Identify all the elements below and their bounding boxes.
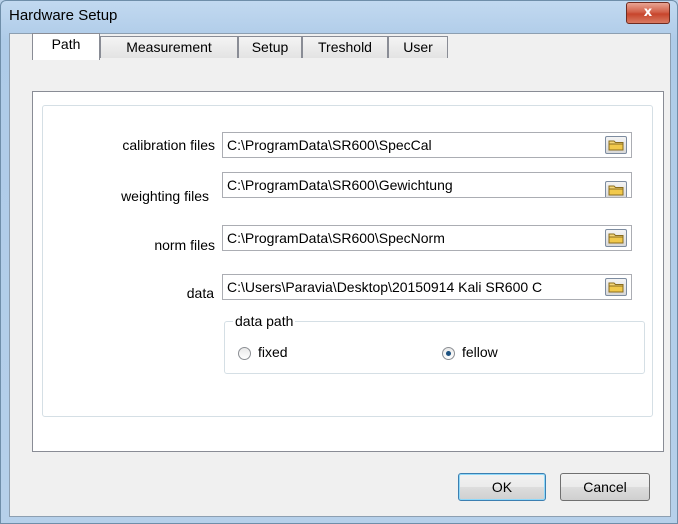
data-label: data: [186, 285, 214, 301]
tab-label: Path: [51, 36, 81, 52]
tab-setup[interactable]: Setup: [238, 36, 302, 58]
weighting-files-value: C:\ProgramData\SR600\Gewichtung: [227, 177, 453, 193]
tab-path[interactable]: Path: [32, 33, 100, 60]
tab-label: Treshold: [318, 39, 372, 55]
norm-browse-button[interactable]: [605, 229, 627, 247]
folder-icon: [608, 140, 624, 151]
tab-treshold[interactable]: Treshold: [302, 36, 388, 58]
cancel-button-label: Cancel: [583, 479, 627, 495]
calibration-files-field[interactable]: C:\ProgramData\SR600\SpecCal: [222, 132, 632, 158]
title-bar[interactable]: Hardware Setup x: [1, 1, 677, 31]
calibration-browse-button[interactable]: [605, 136, 627, 154]
ok-button-label: OK: [491, 479, 513, 495]
weighting-files-label: weighting files: [121, 188, 209, 204]
data-path-legend: data path: [233, 313, 296, 329]
data-path-value: C:\Users\Paravia\Desktop\20150914 Kali S…: [227, 279, 543, 295]
ok-button[interactable]: OK: [458, 473, 546, 501]
tab-label: User: [403, 39, 433, 55]
window-title: Hardware Setup: [9, 7, 118, 24]
data-browse-button[interactable]: [605, 278, 627, 296]
fixed-radio[interactable]: [238, 347, 251, 360]
fellow-radio-label[interactable]: fellow: [462, 344, 498, 360]
calibration-files-value: C:\ProgramData\SR600\SpecCal: [227, 137, 432, 153]
norm-files-field[interactable]: C:\ProgramData\SR600\SpecNorm: [222, 225, 632, 251]
norm-files-value: C:\ProgramData\SR600\SpecNorm: [227, 230, 445, 246]
calibration-files-label: calibration files: [122, 137, 215, 153]
close-button[interactable]: x: [626, 2, 670, 24]
fellow-radio[interactable]: [442, 347, 455, 360]
weighting-files-field[interactable]: C:\ProgramData\SR600\Gewichtung: [222, 172, 632, 198]
close-icon: x: [643, 5, 653, 20]
folder-icon: [608, 185, 624, 196]
tab-label: Measurement: [126, 39, 212, 55]
weighting-browse-button[interactable]: [605, 181, 627, 197]
cancel-button[interactable]: Cancel: [560, 473, 650, 501]
tab-user[interactable]: User: [388, 36, 448, 58]
tab-measurement[interactable]: Measurement: [100, 36, 238, 58]
data-path-field[interactable]: C:\Users\Paravia\Desktop\20150914 Kali S…: [222, 274, 632, 300]
folder-icon: [608, 233, 624, 244]
tab-label: Setup: [251, 39, 289, 55]
fixed-radio-label[interactable]: fixed: [258, 344, 288, 360]
folder-icon: [608, 282, 624, 293]
norm-files-label: norm files: [154, 237, 215, 253]
